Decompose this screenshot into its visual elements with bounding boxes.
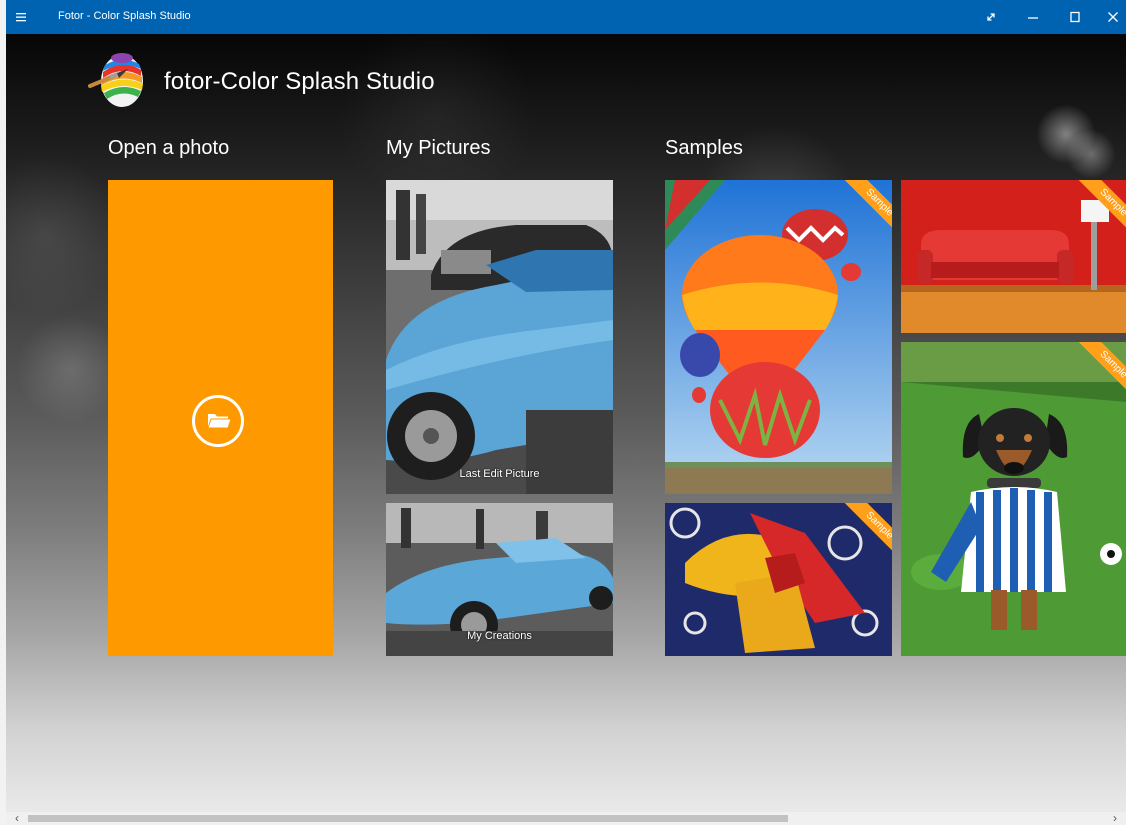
scroll-left-arrow-icon[interactable]: ‹ xyxy=(8,812,26,825)
close-icon xyxy=(1108,12,1118,22)
sample-sofa-tile[interactable]: Sample xyxy=(901,180,1126,333)
open-photo-heading: Open a photo xyxy=(108,137,230,159)
scroll-right-arrow-icon[interactable]: › xyxy=(1106,812,1124,825)
sample-balloons-tile[interactable]: Sample xyxy=(665,180,892,494)
close-button[interactable] xyxy=(1092,0,1126,34)
folder-icon xyxy=(192,395,244,447)
sample-dog-tile[interactable]: Sample xyxy=(901,342,1126,656)
expand-icon xyxy=(987,13,995,21)
app-title: fotor-Color Splash Studio xyxy=(164,68,435,95)
paintbrush-egg-logo xyxy=(88,53,143,107)
maximize-icon xyxy=(1070,11,1080,23)
open-photo-tile[interactable] xyxy=(108,180,333,656)
red-sofa-photo xyxy=(901,180,1126,333)
last-edit-picture-tile[interactable]: Last Edit Picture xyxy=(386,180,613,494)
last-edit-picture-caption: Last Edit Picture xyxy=(459,468,540,480)
hamburger-menu-icon[interactable] xyxy=(14,8,34,26)
sample-bow-tile[interactable]: Sample xyxy=(665,503,892,656)
hot-air-balloons-photo xyxy=(665,180,892,494)
bokeh-light xyxy=(1036,104,1096,164)
window-title: Fotor - Color Splash Studio xyxy=(58,10,191,22)
my-creations-tile[interactable]: My Creations xyxy=(386,503,613,656)
my-creations-caption: My Creations xyxy=(467,630,532,642)
my-pictures-heading: My Pictures xyxy=(386,137,491,159)
fullscreen-button[interactable] xyxy=(970,0,1012,34)
fabric-bow-photo xyxy=(665,503,892,656)
dog-in-striped-shirt-photo xyxy=(901,342,1126,656)
minimize-icon xyxy=(1028,17,1038,19)
app-surface: fotor-Color Splash Studio Open a photo M… xyxy=(6,34,1126,825)
bokeh-light xyxy=(1066,129,1116,179)
app-window: Fotor - Color Splash Studio fotor-Color … xyxy=(6,0,1126,825)
title-bar: Fotor - Color Splash Studio xyxy=(6,0,1126,34)
minimize-button[interactable] xyxy=(1012,0,1054,34)
samples-heading: Samples xyxy=(665,137,743,159)
horizontal-scrollbar[interactable]: ‹ › xyxy=(6,812,1126,825)
maximize-button[interactable] xyxy=(1054,0,1096,34)
blue-car-photo xyxy=(386,180,613,494)
scrollbar-thumb[interactable] xyxy=(28,815,788,822)
